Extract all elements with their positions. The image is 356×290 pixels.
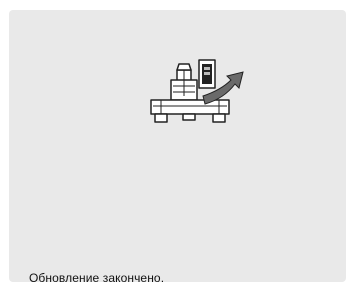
machine-update-icon xyxy=(150,59,244,123)
status-message: Обновление закончено. xyxy=(29,271,165,285)
message-panel xyxy=(9,10,346,282)
update-screen: Обновление закончено. xyxy=(0,0,356,290)
